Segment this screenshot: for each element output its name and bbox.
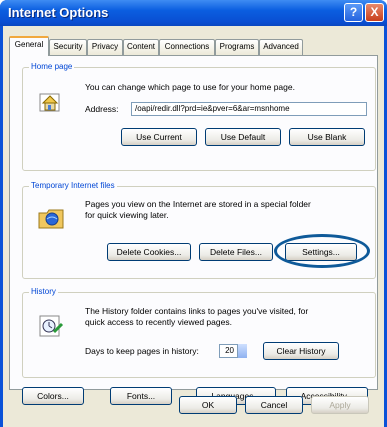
settings-highlight-ring [274, 234, 370, 268]
address-label: Address: [85, 104, 119, 114]
help-button[interactable]: ? [344, 3, 363, 22]
delete-cookies-button[interactable]: Delete Cookies... [107, 243, 191, 261]
home-page-title: Home page [29, 62, 75, 71]
dialog-body: General Security Privacy Content Connect… [3, 26, 384, 427]
tab-content[interactable]: Content [123, 39, 159, 55]
window-title: Internet Options [8, 5, 109, 20]
tab-connections[interactable]: Connections [159, 39, 215, 55]
close-button[interactable]: X [365, 3, 384, 22]
ok-button[interactable]: OK [179, 396, 237, 414]
tab-advanced[interactable]: Advanced [259, 39, 303, 55]
history-title: History [29, 287, 58, 296]
title-bar[interactable]: Internet Options ? X [0, 0, 387, 26]
history-group: History The History folder contains link… [22, 287, 376, 378]
home-page-group: Home page You can change which page to u… [22, 62, 376, 171]
temp-files-description-line2: for quick viewing later. [85, 210, 169, 220]
home-page-description: You can change which page to use for you… [85, 82, 295, 92]
temp-files-description-line1: Pages you view on the Internet are store… [85, 199, 311, 209]
home-icon [39, 93, 60, 112]
tab-privacy[interactable]: Privacy [87, 39, 123, 55]
days-to-keep-label: Days to keep pages in history: [85, 346, 199, 356]
tab-programs[interactable]: Programs [215, 39, 259, 55]
use-default-button[interactable]: Use Default [205, 128, 281, 146]
temporary-internet-files-title: Temporary Internet files [29, 181, 117, 190]
address-field[interactable]: /oapi/redir.dll?prd=ie&pver=6&ar=msnhome [131, 102, 367, 116]
days-spinner[interactable] [237, 344, 247, 358]
internet-options-window: Internet Options ? X General Security Pr… [0, 0, 387, 427]
tab-security[interactable]: Security [49, 39, 87, 55]
history-description-line1: The History folder contains links to pag… [85, 306, 309, 316]
use-current-button[interactable]: Use Current [121, 128, 197, 146]
fonts-button[interactable]: Fonts... [110, 387, 172, 405]
apply-button[interactable]: Apply [311, 396, 369, 414]
clear-history-button[interactable]: Clear History [263, 342, 339, 360]
delete-files-button[interactable]: Delete Files... [199, 243, 273, 261]
use-blank-button[interactable]: Use Blank [289, 128, 365, 146]
history-icon [39, 315, 64, 337]
colors-button[interactable]: Colors... [22, 387, 84, 405]
general-tab-panel: Home page You can change which page to u… [9, 55, 378, 405]
tab-general[interactable]: General [9, 36, 49, 56]
cancel-button[interactable]: Cancel [245, 396, 303, 414]
history-description-line2: quick access to recently viewed pages. [85, 317, 232, 327]
temporary-internet-files-group: Temporary Internet files Pages you view … [22, 181, 376, 279]
temporary-files-icon [38, 209, 64, 229]
